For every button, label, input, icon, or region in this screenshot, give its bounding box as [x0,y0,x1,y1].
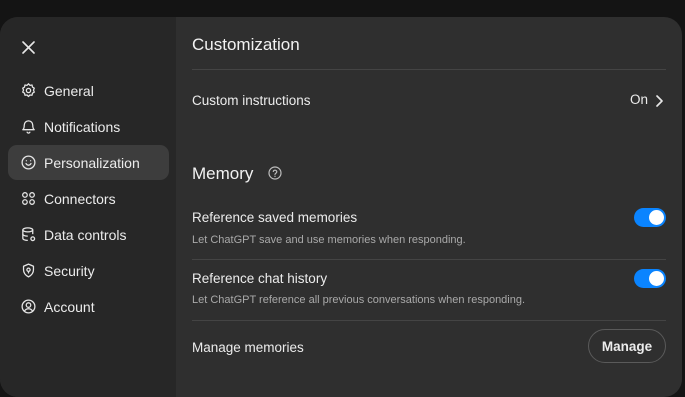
sidebar-item-label: Connectors [44,190,116,207]
reference-chat-history-label: Reference chat history [192,271,328,286]
sidebar-item-label: General [44,82,94,99]
sidebar-item-general[interactable]: General [8,73,169,108]
settings-sidebar: General Notifications Personalization Co… [0,17,176,397]
sidebar-item-connectors[interactable]: Connectors [8,181,169,216]
close-button[interactable] [18,37,38,57]
reference-saved-memories-description: Let ChatGPT save and use memories when r… [192,234,466,246]
sidebar-item-label: Account [44,298,95,315]
custom-instructions-value: On [629,92,648,107]
close-icon [21,40,35,54]
divider [192,259,666,260]
bell-icon [19,118,37,136]
user-circle-icon [19,298,37,316]
settings-modal: General Notifications Personalization Co… [0,17,682,397]
reference-chat-history-toggle[interactable] [634,269,666,288]
chevron-right-icon [656,95,663,107]
memory-heading: Memory [192,164,254,183]
customization-heading: Customization [192,35,300,54]
gear-icon [19,82,37,100]
shield-icon [19,262,37,280]
divider [192,320,666,321]
sidebar-item-data-controls[interactable]: Data controls [8,217,169,252]
divider [192,69,666,70]
sidebar-item-label: Notifications [44,118,121,135]
connectors-icon [19,190,37,208]
sidebar-item-label: Personalization [44,154,140,171]
sidebar-item-personalization[interactable]: Personalization [8,145,169,180]
toggle-knob [649,271,664,286]
sidebar-item-label: Data controls [44,226,127,243]
manage-button[interactable]: Manage [588,329,666,363]
manage-memories-label: Manage memories [192,340,304,355]
reference-chat-history-description: Let ChatGPT reference all previous conve… [192,294,526,306]
reference-saved-memories-toggle[interactable] [634,208,666,227]
sidebar-item-notifications[interactable]: Notifications [8,109,169,144]
personalization-icon [19,154,37,172]
sidebar-item-account[interactable]: Account [8,289,169,324]
toggle-knob [649,210,664,225]
reference-saved-memories-label: Reference saved memories [192,210,358,225]
help-icon[interactable] [268,166,282,180]
sidebar-item-security[interactable]: Security [8,253,169,288]
sidebar-item-label: Security [44,262,95,279]
custom-instructions-label: Custom instructions [192,93,311,108]
settings-content: Customization Custom instructions On Mem… [176,17,682,397]
database-icon [19,226,37,244]
